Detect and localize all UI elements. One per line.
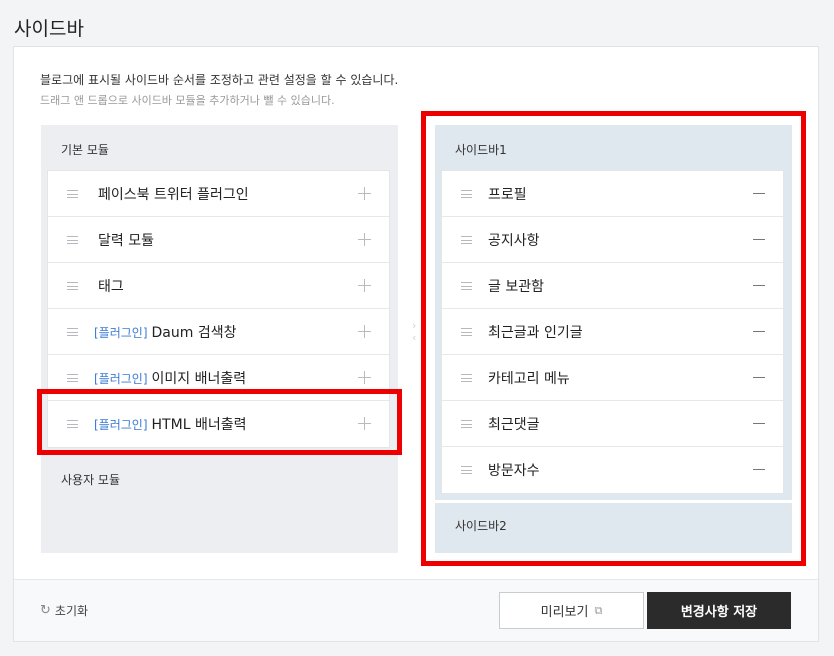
module-item[interactable]: 태그 (48, 263, 389, 309)
drag-handle-icon[interactable] (67, 190, 78, 198)
minus-icon[interactable] (753, 377, 765, 378)
module-item[interactable]: [플러그인] 이미지 배너출력 (48, 355, 389, 401)
module-label: 태그 (98, 278, 124, 295)
sidebar2-dropzone[interactable]: 사이드바2 (435, 500, 792, 553)
module-item[interactable]: [플러그인] Daum 검색창 (48, 309, 389, 355)
refresh-icon: ↻ (40, 603, 51, 618)
drag-handle-icon[interactable] (461, 328, 472, 336)
sidebar1-heading: 사이드바1 (455, 143, 507, 157)
minus-icon[interactable] (753, 193, 765, 194)
module-label: 달력 모듈 (98, 232, 154, 249)
minus-icon[interactable] (753, 285, 765, 286)
page-title: 사이드바 (14, 18, 84, 40)
plugin-tag: [플러그인] (94, 371, 148, 386)
preview-button[interactable]: 미리보기 ⧉ (499, 592, 644, 629)
plus-icon[interactable] (358, 371, 371, 384)
drag-handle-icon[interactable] (461, 190, 472, 198)
description-line-1: 블로그에 표시될 사이드바 순서를 조정하고 관련 설정을 할 수 있습니다. (40, 73, 399, 87)
plus-icon[interactable] (358, 279, 371, 292)
drag-handle-icon[interactable] (67, 328, 78, 336)
drag-handle-icon[interactable] (67, 236, 78, 244)
module-label: 이미지 배너출력 (151, 370, 247, 387)
reset-label: 초기화 (54, 604, 89, 618)
minus-icon[interactable] (753, 469, 765, 470)
available-modules-column: 기본 모듈 페이스북 트위터 플러그인 달력 모듈 태그 [플러그인] Daum … (41, 125, 398, 553)
plugin-tag: [플러그인] (94, 418, 148, 432)
drag-handle-icon[interactable] (67, 420, 78, 428)
drag-handle-icon[interactable] (461, 420, 472, 428)
drag-handle-icon[interactable] (67, 282, 78, 290)
module-label: 페이스북 트위터 플러그인 (98, 186, 249, 203)
sidebar2-heading: 사이드바2 (455, 519, 507, 533)
module-label: 최근댓글 (488, 416, 540, 433)
module-label: 방문자수 (488, 463, 540, 479)
plus-icon[interactable] (358, 417, 371, 430)
move-arrows-icon: › ‹ (412, 319, 417, 344)
drag-handle-icon[interactable] (461, 236, 472, 244)
module-label: 카테고리 메뉴 (488, 370, 570, 387)
sidebar-module-item[interactable]: 방문자수 (442, 447, 783, 493)
sidebar-module-item[interactable]: 프로필 (442, 171, 783, 217)
drag-handle-icon[interactable] (67, 374, 78, 382)
module-label: 글 보관함 (488, 278, 544, 295)
minus-icon[interactable] (753, 331, 765, 332)
drag-handle-icon[interactable] (461, 466, 472, 474)
footer-bar: ↻ 초기화 미리보기 ⧉ 변경사항 저장 (14, 579, 818, 641)
sidebar-module-item[interactable]: 카테고리 메뉴 (442, 355, 783, 401)
module-label: 최근글과 인기글 (488, 324, 583, 341)
sidebar-module-item[interactable]: 공지사항 (442, 217, 783, 263)
plus-icon[interactable] (358, 187, 371, 200)
module-label: 프로필 (488, 186, 527, 203)
minus-icon[interactable] (753, 239, 765, 240)
preview-label: 미리보기 (540, 605, 589, 620)
sidebar-module-item[interactable]: 글 보관함 (442, 263, 783, 309)
module-item[interactable]: 페이스북 트위터 플러그인 (48, 171, 389, 217)
reset-button[interactable]: ↻ 초기화 (40, 602, 88, 619)
sidebar-modules-column: 사이드바1 프로필 공지사항 글 보관함 최근글과 인기글 카테고리 메뉴 최근… (435, 125, 792, 553)
plugin-tag: [플러그인] (94, 325, 148, 340)
external-link-icon: ⧉ (594, 603, 603, 617)
save-changes-button[interactable]: 변경사항 저장 (647, 592, 791, 629)
basic-modules-list: 페이스북 트위터 플러그인 달력 모듈 태그 [플러그인] Daum 검색창 [플 (47, 170, 390, 448)
sidebar-module-item[interactable]: 최근댓글 (442, 401, 783, 447)
module-label: 공지사항 (488, 232, 540, 249)
drag-handle-icon[interactable] (461, 374, 472, 382)
module-label: Daum 검색창 (151, 324, 237, 341)
module-item[interactable]: 달력 모듈 (48, 217, 389, 263)
module-item-html-banner[interactable]: [플러그인] HTML 배너출력 (48, 401, 389, 447)
plus-icon[interactable] (358, 325, 371, 338)
basic-modules-heading: 기본 모듈 (61, 143, 109, 157)
minus-icon[interactable] (753, 423, 765, 424)
plus-icon[interactable] (358, 233, 371, 246)
user-modules-heading: 사용자 모듈 (61, 473, 121, 487)
drag-handle-icon[interactable] (461, 282, 472, 290)
sidebar1-modules-list: 프로필 공지사항 글 보관함 최근글과 인기글 카테고리 메뉴 최근댓글 방문자… (441, 170, 784, 494)
sidebar-module-item[interactable]: 최근글과 인기글 (442, 309, 783, 355)
module-label: HTML 배너출력 (151, 417, 247, 433)
description-line-2: 드래그 앤 드롭으로 사이드바 모듈을 추가하거나 뺄 수 있습니다. (40, 94, 335, 107)
sidebar-settings-panel: 블로그에 표시될 사이드바 순서를 조정하고 관련 설정을 할 수 있습니다. … (13, 46, 819, 642)
